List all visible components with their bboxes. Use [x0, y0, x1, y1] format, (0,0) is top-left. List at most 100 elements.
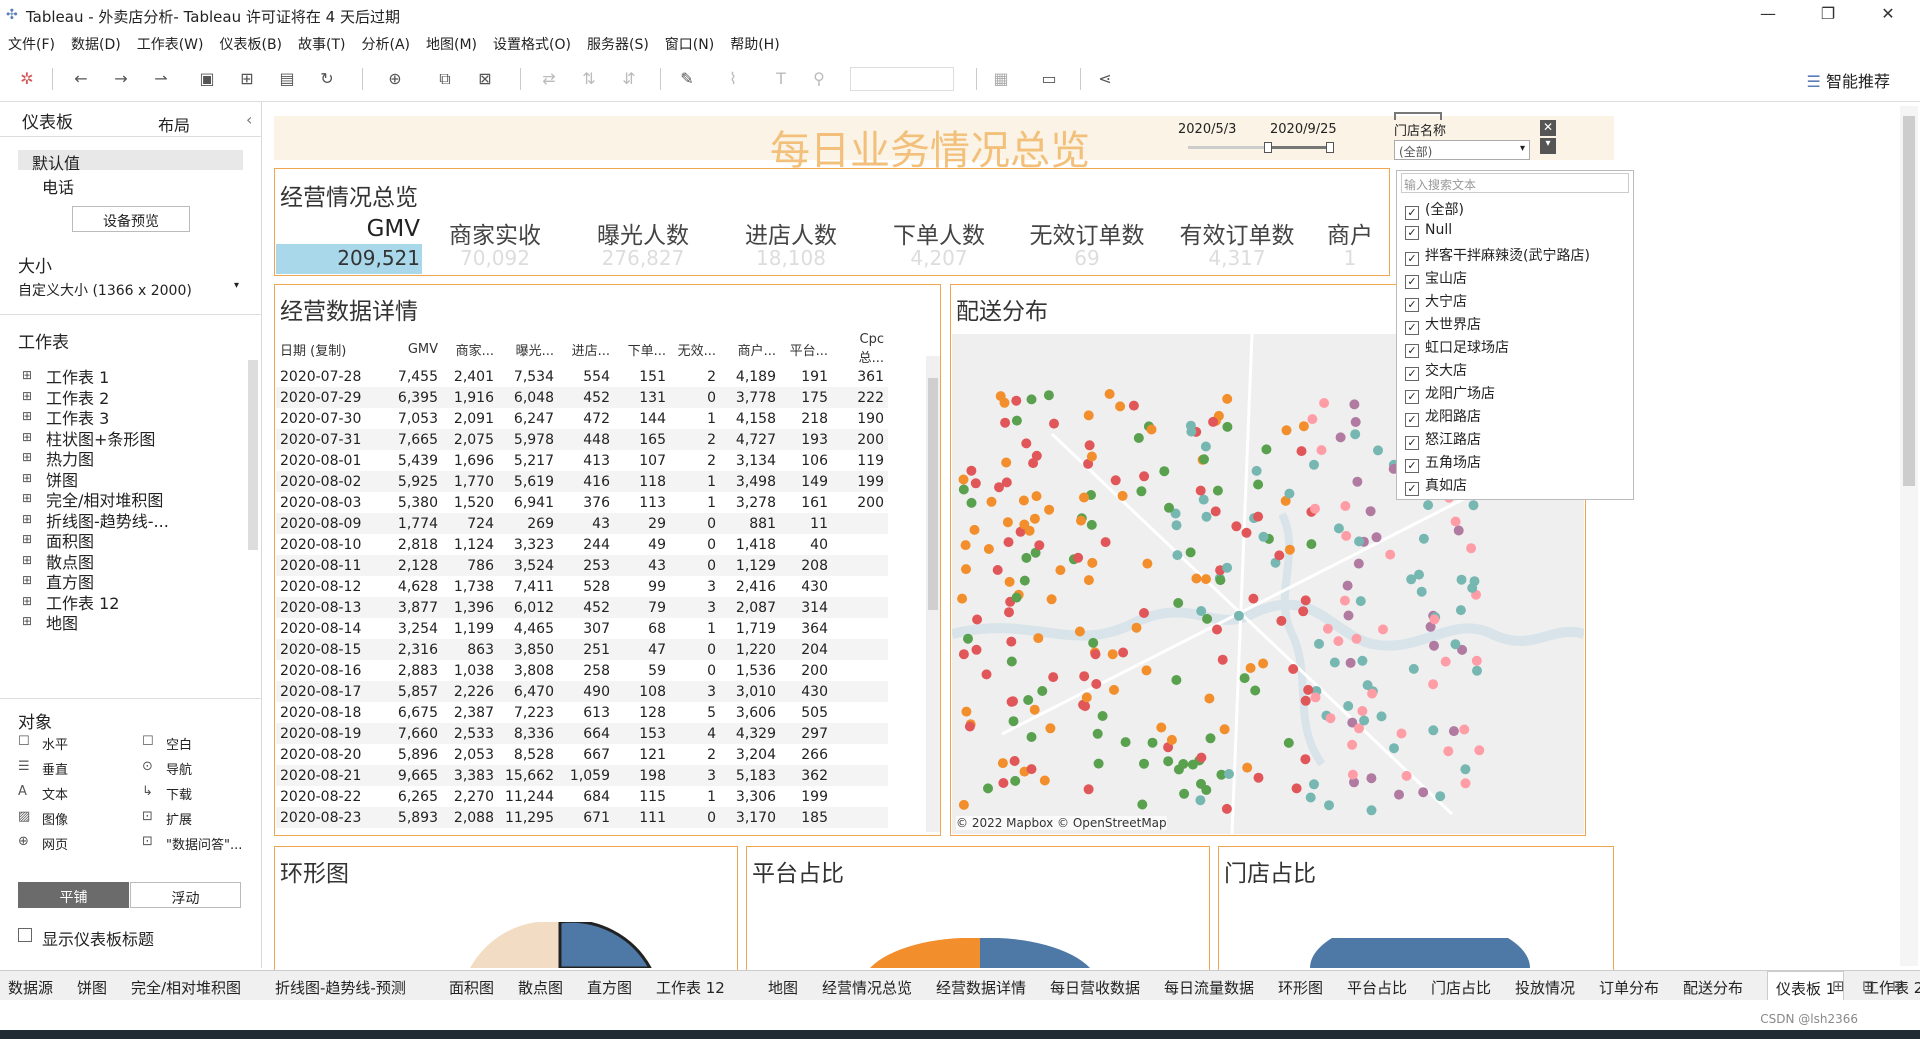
filter-close-icon[interactable]: ✕ [1540, 120, 1556, 136]
map-point[interactable] [1396, 728, 1407, 739]
map-point[interactable] [1083, 784, 1094, 795]
map-point[interactable] [1120, 737, 1131, 748]
map-point[interactable] [963, 633, 973, 644]
map-point[interactable] [1366, 805, 1377, 816]
map-point[interactable] [1128, 400, 1139, 411]
device-default[interactable]: 默认值 [32, 150, 80, 174]
map-point[interactable] [1026, 394, 1037, 405]
map-point[interactable] [1309, 779, 1319, 790]
filter-item[interactable]: ✓ 虹口足球场店 [1405, 337, 1509, 358]
map-point[interactable] [1365, 506, 1376, 517]
map-point[interactable] [1288, 664, 1299, 674]
map-point[interactable] [1305, 792, 1316, 803]
menu-server[interactable]: 服务器(S) [579, 30, 657, 54]
table-row[interactable]: 2020-08-22 6,265 2,270 11,244 684 115 1 3,306 19… [276, 786, 888, 807]
sheet-tab[interactable]: 饼图 [77, 977, 107, 998]
map-point[interactable] [1303, 684, 1314, 695]
map-point[interactable] [1023, 695, 1034, 705]
pin-icon[interactable]: ⚲ [808, 68, 830, 90]
checkbox-checked-icon[interactable]: ✓ [1405, 482, 1419, 496]
map-point[interactable] [1316, 445, 1327, 456]
map-point[interactable] [983, 544, 994, 554]
highlight-icon[interactable]: ✎ [676, 68, 698, 90]
sheet-tab[interactable]: 完全/相对堆积图 [131, 977, 241, 998]
device-preview-button[interactable]: 设备预览 [72, 206, 190, 232]
group-icon[interactable]: ⌇ [722, 68, 744, 90]
object-item[interactable]: 下载 [166, 784, 192, 803]
map-point[interactable] [1185, 420, 1196, 431]
map-point[interactable] [1133, 433, 1144, 443]
map-point[interactable] [961, 706, 972, 717]
table-row[interactable]: 2020-08-02 5,925 1,770 5,619 416 118 1 3,498 149… [276, 471, 888, 492]
map-point[interactable] [1352, 476, 1363, 487]
column-header[interactable]: 无效... [670, 332, 720, 366]
table-row[interactable]: 2020-08-19 7,660 2,533 8,336 664 153 4 4,329 297 [276, 723, 888, 744]
filter-item[interactable]: ✓ 大宁店 [1405, 291, 1467, 312]
table-row[interactable]: 2020-08-246,4912,30014,70387112953,48121… [276, 828, 888, 833]
sheet-tab[interactable]: 配送分布 [1683, 977, 1743, 998]
sheet-tab[interactable]: 投放情况 [1515, 977, 1575, 998]
table-row[interactable]: 2020-08-21 9,665 3,383 15,662 1,059 198 3 5,183… [276, 765, 888, 786]
map-point[interactable] [998, 778, 1009, 788]
table-row[interactable]: 2020-07-30 7,053 2,091 6,247 472 144 1 4,158 218… [276, 408, 888, 429]
map-point[interactable] [1163, 756, 1174, 767]
tab-dashboard[interactable]: 仪表板 [22, 108, 73, 133]
filter-item[interactable]: ✓ Null [1405, 222, 1452, 240]
refresh-icon[interactable]: ↻ [316, 68, 338, 90]
map-point[interactable] [1322, 623, 1333, 634]
map-point[interactable] [1212, 485, 1223, 496]
redo-icon[interactable]: → [110, 68, 132, 90]
map-point[interactable] [1104, 389, 1115, 399]
map-point[interactable] [969, 524, 980, 535]
map-point[interactable] [1093, 758, 1104, 769]
map-point[interactable] [1340, 501, 1351, 511]
map-point[interactable] [1351, 633, 1362, 644]
checkbox-checked-icon[interactable]: ✓ [1405, 298, 1419, 312]
map-point[interactable] [1353, 558, 1364, 569]
map-point[interactable] [1139, 608, 1149, 618]
map-point[interactable] [1467, 583, 1478, 593]
map-point[interactable] [1298, 606, 1309, 617]
map-point[interactable] [1039, 775, 1050, 786]
map-point[interactable] [1159, 466, 1170, 477]
tab-layout[interactable]: 布局 [158, 112, 190, 136]
map-point[interactable] [961, 564, 971, 575]
filter-item[interactable]: ✓ 拌客干拌麻辣烫(武宁路店) [1405, 245, 1590, 266]
menu-dashboard[interactable]: 仪表板(B) [211, 30, 290, 54]
map-point[interactable] [1008, 716, 1019, 727]
map-point[interactable] [1350, 417, 1361, 427]
filter-item[interactable]: ✓ 怒江路店 [1405, 429, 1481, 450]
map-point[interactable] [1460, 778, 1471, 789]
checkbox-checked-icon[interactable]: ✓ [1405, 344, 1419, 358]
map-point[interactable] [958, 799, 969, 810]
undo-icon[interactable]: ← [70, 68, 92, 90]
map-point[interactable] [1205, 733, 1216, 744]
map-point[interactable] [1141, 665, 1152, 676]
table-row[interactable]: 2020-08-15 2,316 863 3,850 251 47 0 1,220 204 [276, 639, 888, 660]
sheet-tab[interactable]: 每日流量数据 [1164, 977, 1254, 998]
map-point[interactable] [1076, 515, 1086, 526]
map-point[interactable] [1248, 593, 1259, 604]
map-point[interactable] [983, 783, 993, 794]
map-point[interactable] [1171, 675, 1182, 685]
checkbox-checked-icon[interactable]: ✓ [1405, 321, 1419, 335]
map-point[interactable] [1139, 471, 1150, 482]
checkbox-checked-icon[interactable]: ✓ [1405, 206, 1419, 220]
map-point[interactable] [1455, 605, 1466, 616]
map-point[interactable] [1083, 410, 1094, 421]
map-point[interactable] [1018, 495, 1029, 506]
table-row[interactable]: 2020-08-11 2,128 786 3,524 253 43 0 1,129 208 [276, 555, 888, 576]
map-point[interactable] [1049, 418, 1059, 429]
menu-story[interactable]: 故事(T) [290, 30, 353, 54]
map-point[interactable] [1347, 739, 1358, 750]
map-point[interactable] [1195, 795, 1206, 806]
map-point[interactable] [1109, 684, 1119, 695]
swap-icon[interactable]: ⇄ [538, 68, 560, 90]
fit-select[interactable] [850, 67, 954, 91]
map-point[interactable] [1222, 421, 1233, 432]
map-point[interactable] [1100, 537, 1111, 548]
sheet-tab[interactable]: 门店占比 [1431, 977, 1491, 998]
map-point[interactable] [1179, 788, 1190, 799]
map-point[interactable] [1333, 523, 1344, 534]
table-row[interactable]: 2020-08-14 3,254 1,199 4,465 307 68 1 1,719 364 [276, 618, 888, 639]
